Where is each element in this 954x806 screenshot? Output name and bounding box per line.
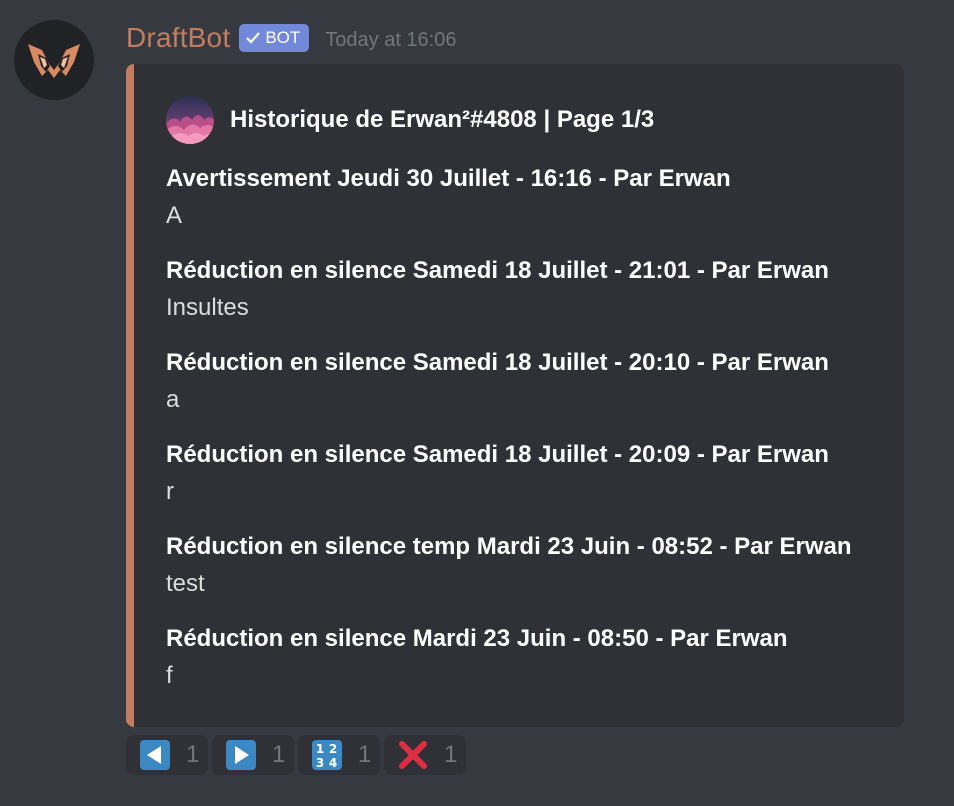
reaction-next-page[interactable]: 1 [212,735,294,775]
red-x-icon [398,740,428,770]
reaction-count: 1 [358,741,372,768]
chat-message: DraftBot BOT Today at 16:06 Historique d… [0,0,954,806]
reaction-previous-page[interactable]: 1 [126,735,208,775]
username[interactable]: DraftBot [126,22,230,54]
svg-text:1: 1 [316,742,324,756]
embed-field: Réduction en silence Samedi 18 Juillet -… [166,346,886,438]
draftbot-logo-icon [28,44,80,78]
embed-author-name: Historique de Erwan²#4808 | Page 1/3 [230,106,655,133]
field-name: Réduction en silence Mardi 23 Juin - 08:… [166,625,788,652]
svg-text:3: 3 [316,756,324,770]
field-value: f [166,662,173,689]
bot-avatar[interactable] [14,20,94,100]
reaction-count: 1 [444,741,458,768]
field-value: Insultes [166,294,249,321]
embed-field: Réduction en silence Samedi 18 Juillet -… [166,254,886,346]
reaction-count: 1 [272,741,286,768]
embed-field: Réduction en silence temp Mardi 23 Juin … [166,530,886,622]
field-value: A [166,202,183,229]
field-name: Réduction en silence temp Mardi 23 Juin … [166,533,852,560]
field-name: Réduction en silence Samedi 18 Juillet -… [166,257,829,284]
purple-gradient-avatar-icon [166,96,214,144]
field-value: test [166,570,205,597]
svg-text:2: 2 [329,742,337,756]
embed-field: Réduction en silence Samedi 18 Juillet -… [166,438,886,530]
arrow-backward-icon [140,740,170,770]
embed-field: Avertissement Jeudi 30 Juillet - 16:16 -… [166,162,886,254]
field-name: Réduction en silence Samedi 18 Juillet -… [166,349,829,376]
message-header: DraftBot BOT Today at 16:06 [126,18,456,58]
embed-fields: Avertissement Jeudi 30 Juillet - 16:16 -… [166,162,886,714]
numbers-1234-icon: 1 2 3 4 [312,740,342,770]
embed-field: Réduction en silence Mardi 23 Juin - 08:… [166,622,886,714]
field-value: r [166,478,174,505]
message-timestamp: Today at 16:06 [325,28,457,51]
reaction-jump-page[interactable]: 1 2 3 4 1 [298,735,380,775]
embed: Historique de Erwan²#4808 | Page 1/3 Ave… [126,64,904,727]
reactions-bar: 1 1 1 2 3 4 1 1 [126,735,466,775]
verified-check-icon [246,32,261,44]
reaction-close[interactable]: 1 [384,735,466,775]
arrow-forward-icon [226,740,256,770]
bot-tag-label: BOT [265,28,301,47]
field-name: Réduction en silence Samedi 18 Juillet -… [166,441,829,468]
embed-author: Historique de Erwan²#4808 | Page 1/3 [166,96,654,144]
bot-badge: BOT [239,24,310,52]
field-value: a [166,386,180,413]
svg-text:4: 4 [329,756,337,770]
field-name: Avertissement Jeudi 30 Juillet - 16:16 -… [166,165,731,192]
reaction-count: 1 [186,741,200,768]
